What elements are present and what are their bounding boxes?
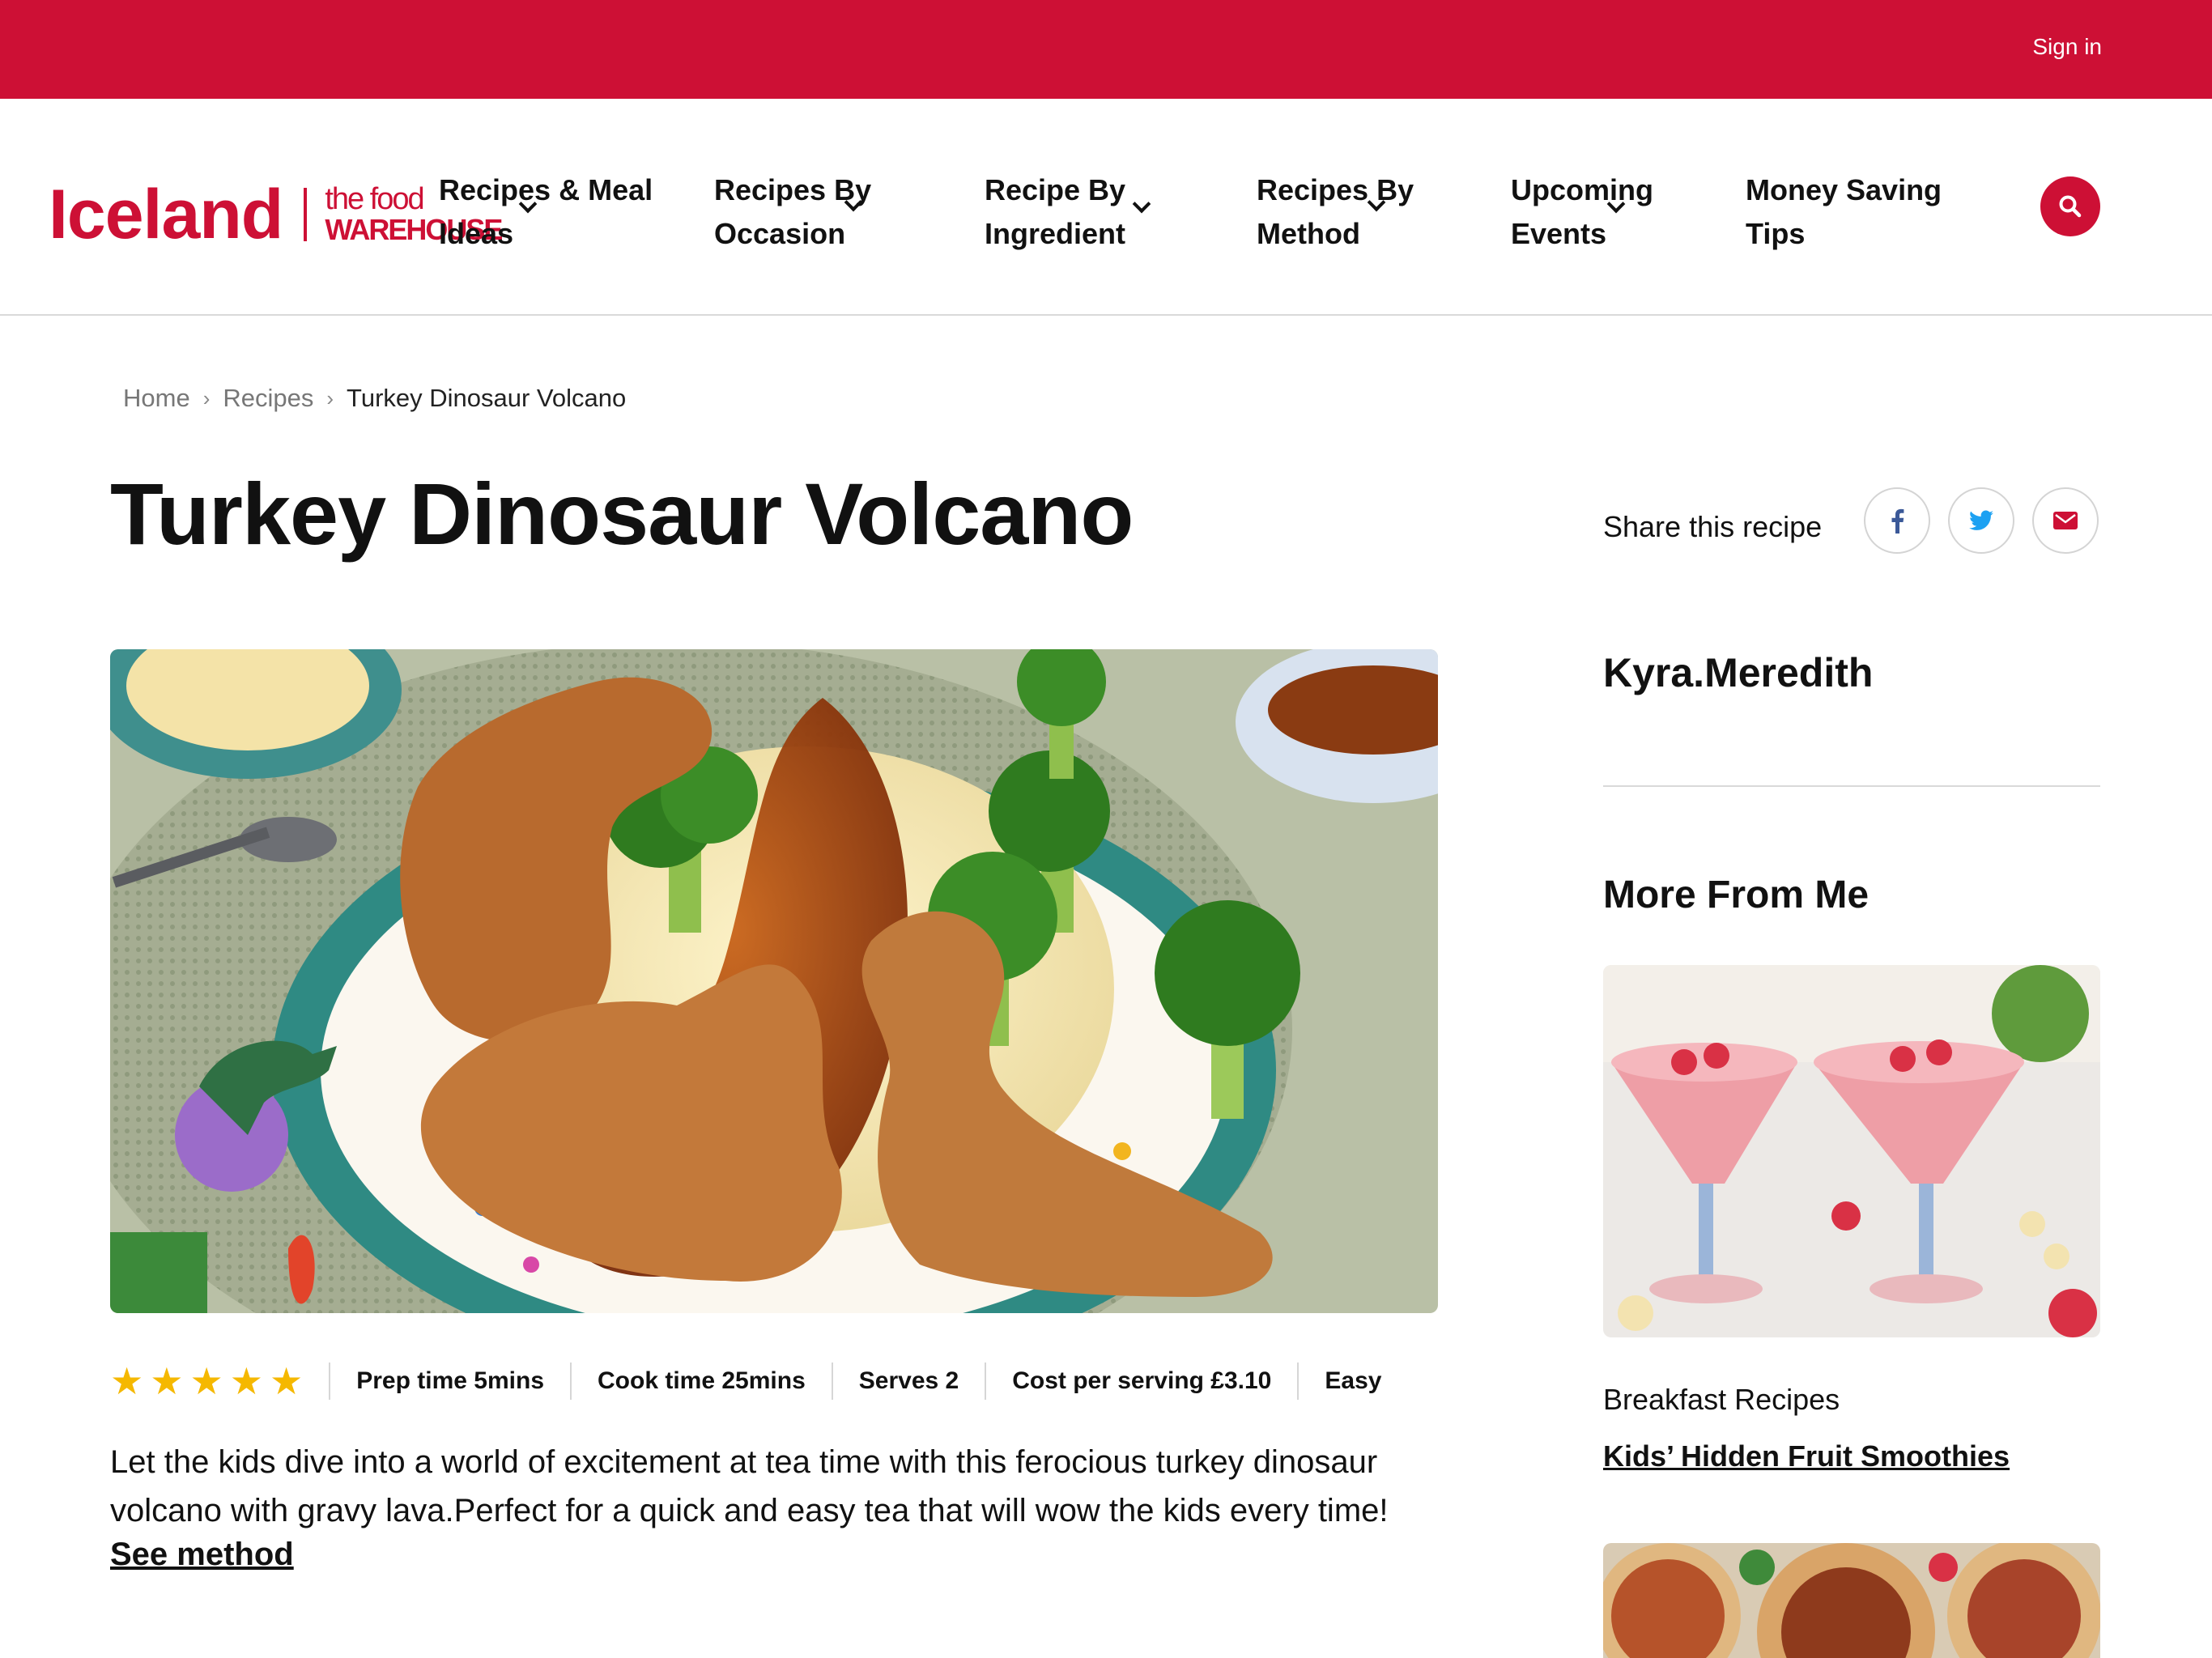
card-category: Breakfast Recipes — [1603, 1383, 1840, 1416]
logo-iceland: Iceland — [49, 175, 283, 253]
nav-label: Recipes & Meal — [439, 173, 653, 206]
cost-per-serving: Cost per serving £3.10 — [985, 1363, 1297, 1400]
prep-time: Prep time 5mins — [329, 1363, 570, 1400]
chevron-down-icon — [1132, 194, 1151, 214]
more-from-me-heading: More From Me — [1603, 874, 1870, 916]
breadcrumb-home[interactable]: Home — [123, 384, 190, 413]
star-icon: ★ — [150, 1360, 184, 1402]
chevron-right-icon: › — [326, 385, 334, 410]
star-icon: ★ — [270, 1360, 304, 1402]
nav-money-saving-tips[interactable]: Money Saving Tips — [1746, 168, 1942, 256]
page-title: Turkey Dinosaur Volcano — [110, 465, 1134, 563]
share-facebook-button[interactable] — [1864, 487, 1930, 554]
sign-in-link[interactable]: Sign in — [2032, 34, 2102, 60]
logo-divider — [304, 188, 308, 241]
share-email-button[interactable] — [2032, 487, 2099, 554]
nav-recipes-by-method[interactable]: Recipes By Method — [1257, 168, 1414, 256]
email-icon — [2053, 512, 2078, 529]
star-icon: ★ — [229, 1360, 263, 1402]
star-icon: ★ — [189, 1360, 223, 1402]
next-card-image[interactable] — [1603, 1543, 2100, 1658]
top-bar: Sign in — [0, 0, 2212, 99]
sidebar-divider — [1603, 785, 2100, 787]
nav-upcoming-events[interactable]: Upcoming Events — [1511, 168, 1653, 256]
nav-recipe-by-ingredient[interactable]: Recipe By Ingredient — [985, 168, 1151, 256]
facebook-icon — [1891, 508, 1904, 534]
nav-label: Tips — [1746, 217, 1806, 250]
nav-label: Ideas — [439, 217, 514, 250]
breadcrumb-recipes[interactable]: Recipes — [223, 384, 313, 413]
recipe-description: Let the kids dive into a world of excite… — [110, 1444, 1389, 1528]
star-icon: ★ — [110, 1360, 144, 1402]
fajitas-photo — [1603, 1543, 2100, 1658]
search-button[interactable] — [2040, 176, 2100, 236]
cook-time: Cook time 25mins — [570, 1363, 832, 1400]
nav-label: Money Saving — [1746, 173, 1942, 206]
nav-label: Ingredient — [985, 217, 1126, 250]
card-title-link[interactable]: Kids’ Hidden Fruit Smoothies — [1603, 1439, 2010, 1473]
recipe-meta: ★ ★ ★ ★ ★ Prep time 5mins Cook time 25mi… — [110, 1357, 1407, 1405]
nav-recipes-meal-ideas[interactable]: Recipes & Meal Ideas — [439, 168, 653, 256]
difficulty: Easy — [1297, 1363, 1407, 1400]
smoothies-photo — [1603, 965, 2100, 1337]
share-twitter-button[interactable] — [1948, 487, 2014, 554]
turkey-dinosaur-volcano-photo — [110, 649, 1438, 1313]
nav-label: Recipes By — [1257, 173, 1414, 206]
search-icon — [2059, 195, 2082, 218]
nav-label: Occasion — [714, 217, 846, 250]
see-method-link[interactable]: See method — [110, 1537, 294, 1573]
nav-label: Method — [1257, 217, 1360, 250]
site-header: Iceland the food WAREHOUSE Recipes & Mea… — [0, 99, 2212, 316]
recipe-hero-image — [110, 649, 1438, 1313]
nav-label: Upcoming — [1511, 173, 1653, 206]
smoothie-card-image[interactable] — [1603, 965, 2100, 1337]
author-name[interactable]: Kyra.Meredith — [1603, 649, 1873, 696]
breadcrumb: Home › Recipes › Turkey Dinosaur Volcano — [123, 384, 626, 413]
nav-recipes-by-occasion[interactable]: Recipes By Occasion — [714, 168, 871, 256]
nav-label: Events — [1511, 217, 1607, 250]
serves: Serves 2 — [831, 1363, 985, 1400]
twitter-icon — [1969, 510, 1993, 530]
rating-stars: ★ ★ ★ ★ ★ — [110, 1363, 329, 1400]
breadcrumb-current: Turkey Dinosaur Volcano — [347, 384, 627, 412]
nav-label: Recipe By — [985, 173, 1126, 206]
chevron-right-icon: › — [202, 385, 211, 410]
share-label: Share this recipe — [1603, 510, 1823, 543]
site-logo[interactable]: Iceland the food WAREHOUSE — [49, 170, 503, 259]
